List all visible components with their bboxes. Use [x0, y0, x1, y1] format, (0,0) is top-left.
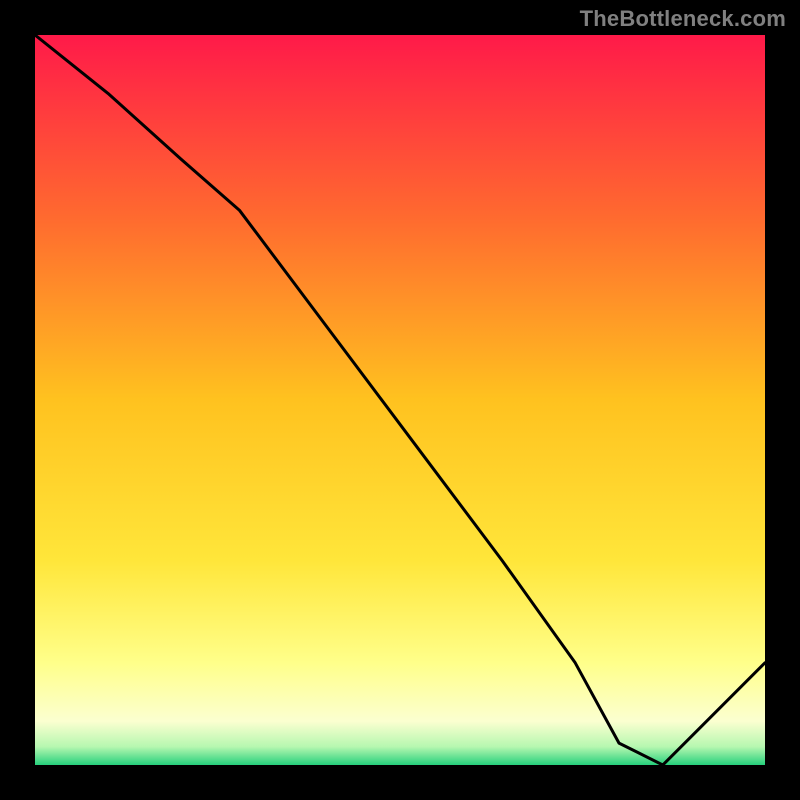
chart-stage: TheBottleneck.com: [0, 0, 800, 800]
bottleneck-line: [35, 35, 765, 765]
watermark-text: TheBottleneck.com: [580, 6, 786, 32]
plot-frame: [30, 30, 770, 770]
